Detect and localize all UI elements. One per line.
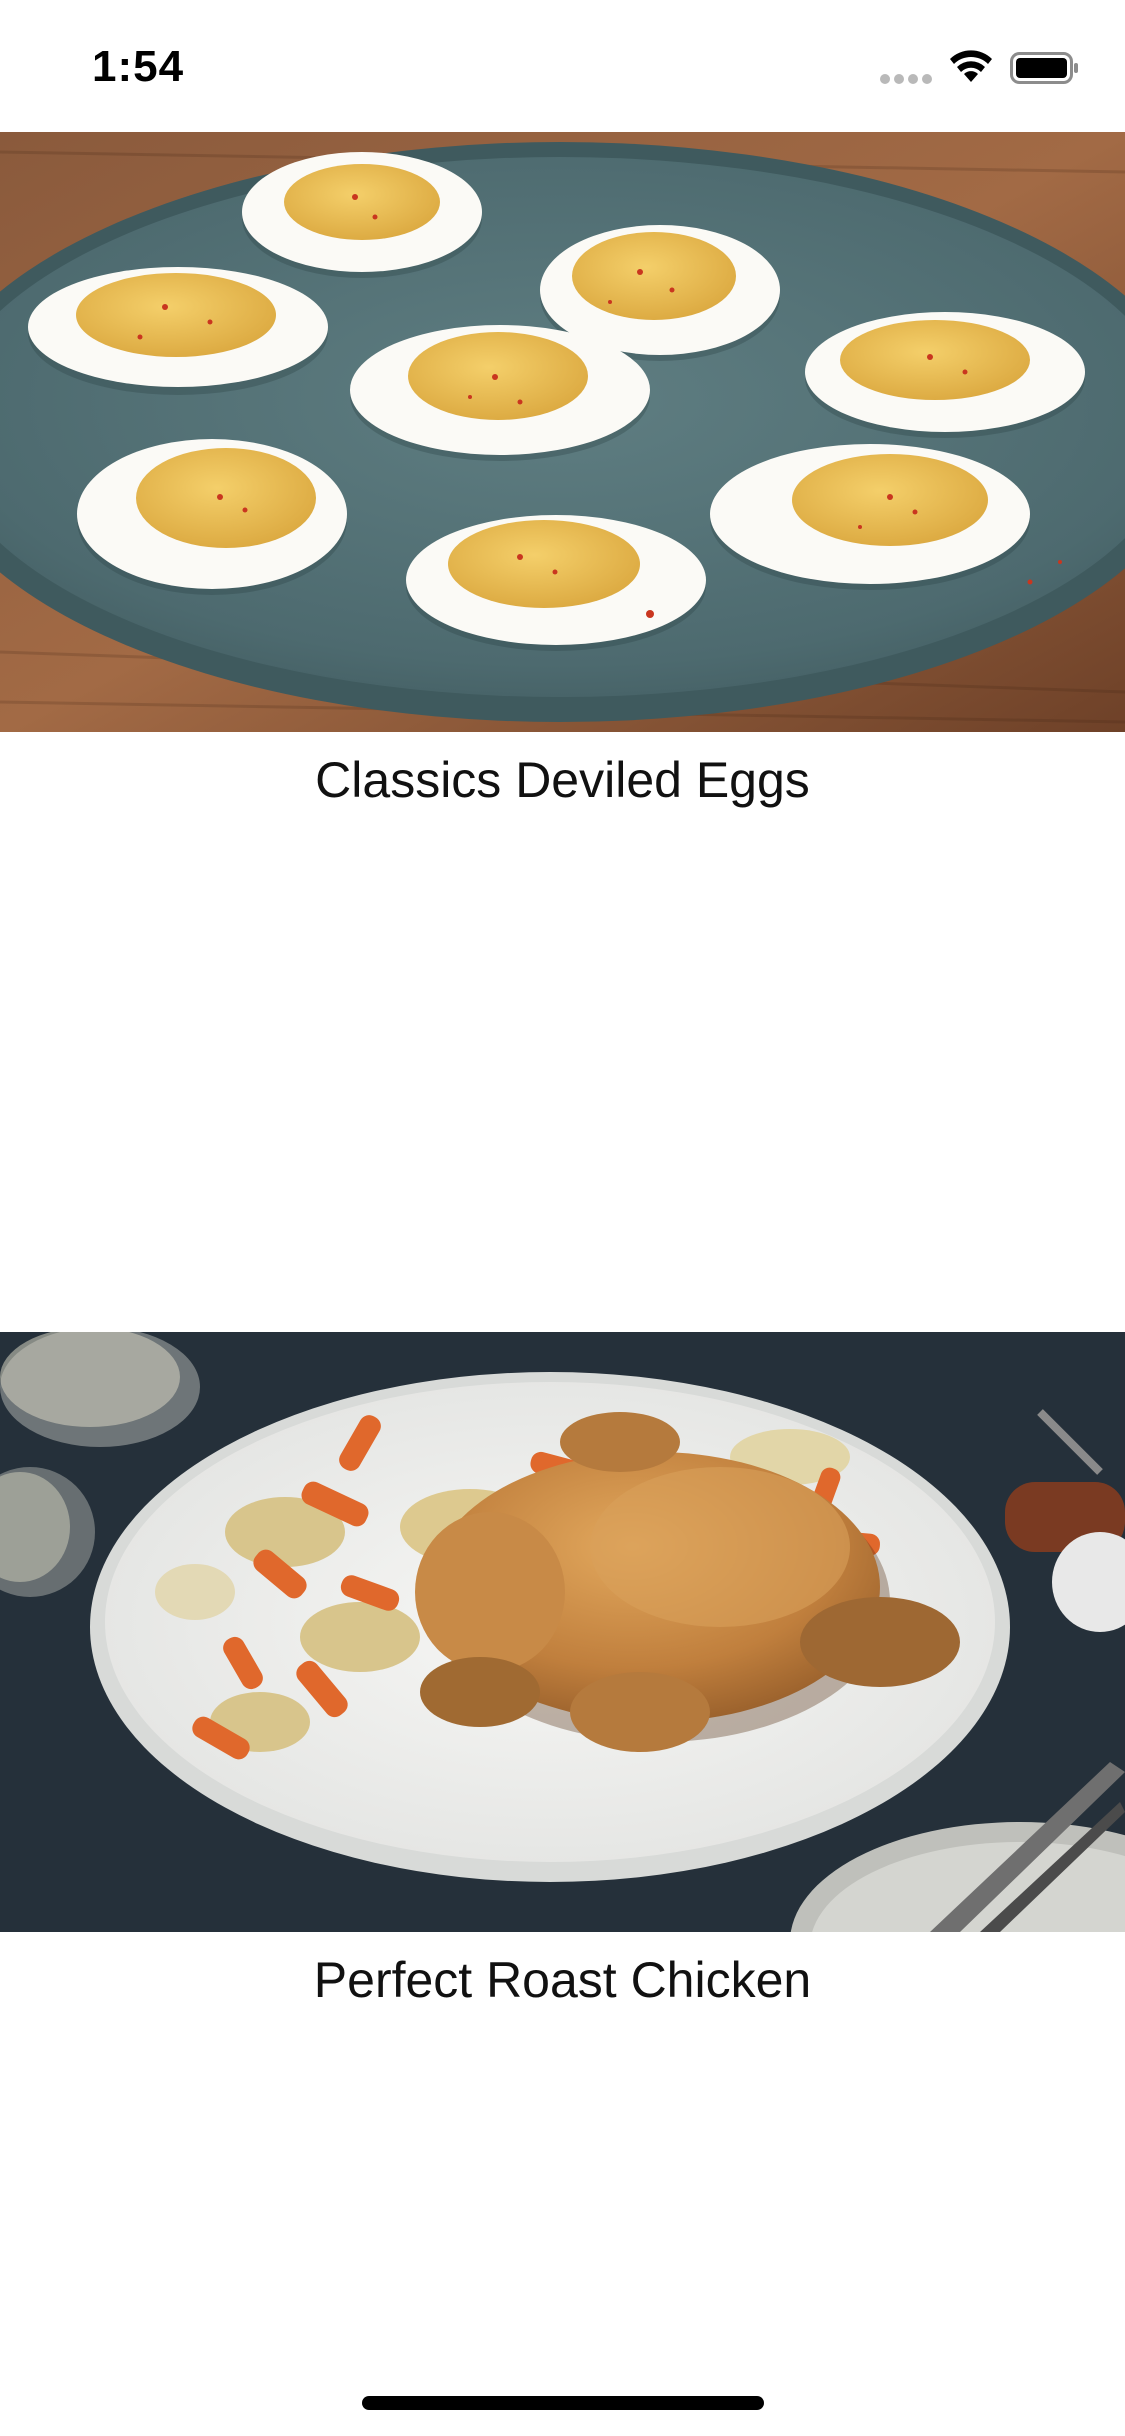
battery-icon bbox=[1010, 52, 1078, 84]
cellular-signal-icon bbox=[880, 74, 932, 86]
home-indicator[interactable] bbox=[362, 2396, 764, 2410]
recipe-title[interactable]: Perfect Roast Chicken bbox=[0, 1950, 1125, 2010]
recipe-title[interactable]: Classics Deviled Eggs bbox=[0, 750, 1125, 810]
roast-chicken-image bbox=[0, 1332, 1125, 1932]
roast-chicken-photo[interactable] bbox=[0, 1332, 1125, 1932]
deviled-eggs-photo[interactable] bbox=[0, 132, 1125, 732]
deviled-eggs-image bbox=[0, 132, 1125, 732]
status-time: 1:54 bbox=[92, 42, 185, 91]
status-bar: 1:54 bbox=[0, 0, 1125, 132]
wifi-icon bbox=[950, 50, 992, 82]
